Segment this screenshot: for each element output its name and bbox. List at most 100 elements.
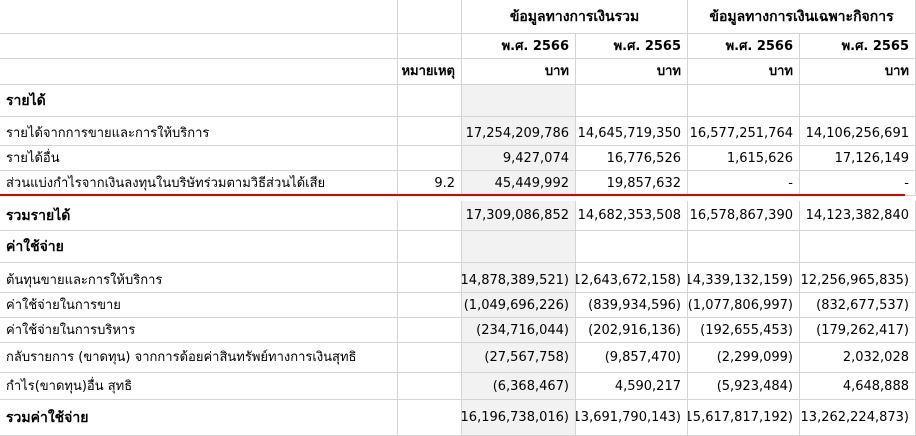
cell-empty[interactable] bbox=[398, 318, 462, 343]
cell-empty[interactable] bbox=[398, 0, 462, 34]
row-label[interactable]: ค่าใช้จ่ายในการขาย bbox=[0, 293, 398, 318]
unit-cell[interactable]: บาท bbox=[576, 59, 688, 85]
value-cell[interactable]: 2,032,028 bbox=[800, 343, 916, 373]
cell-empty[interactable] bbox=[800, 85, 916, 117]
value-cell[interactable]: (1,049,696,226) bbox=[462, 293, 576, 318]
total-value[interactable]: 14,123,382,840 bbox=[800, 201, 916, 231]
value-cell[interactable]: 9,427,074 bbox=[462, 146, 576, 171]
value-cell[interactable]: (179,262,417) bbox=[800, 318, 916, 343]
value-cell[interactable]: (832,677,537) bbox=[800, 293, 916, 318]
cell-empty[interactable] bbox=[576, 85, 688, 117]
cell-empty[interactable] bbox=[462, 231, 576, 263]
cell-empty[interactable] bbox=[0, 59, 398, 85]
total-value[interactable]: (13,262,224,873) bbox=[800, 400, 916, 436]
table-row-highlighted: ส่วนแบ่งกำไรจากเงินลงทุนในบริษัทร่วมตามว… bbox=[0, 171, 916, 196]
cell-empty[interactable] bbox=[398, 293, 462, 318]
value-cell[interactable]: (839,934,596) bbox=[576, 293, 688, 318]
row-label[interactable]: กำไร(ขาดทุน)อื่น สุทธิ bbox=[0, 373, 398, 400]
cell-empty[interactable] bbox=[398, 373, 462, 400]
value-cell[interactable]: 14,645,719,350 bbox=[576, 121, 688, 146]
value-cell[interactable]: (9,857,470) bbox=[576, 343, 688, 373]
value-cell[interactable]: (5,923,484) bbox=[688, 373, 800, 400]
unit-cell[interactable]: บาท bbox=[800, 59, 916, 85]
total-value[interactable]: (15,617,817,192) bbox=[688, 400, 800, 436]
cell-empty[interactable] bbox=[462, 85, 576, 117]
value-cell[interactable]: (2,299,099) bbox=[688, 343, 800, 373]
value-cell[interactable]: 17,126,149 bbox=[800, 146, 916, 171]
header-consolidated[interactable]: ข้อมูลทางการเงินรวม bbox=[462, 0, 688, 34]
value-cell[interactable]: 14,106,256,691 bbox=[800, 121, 916, 146]
table-row: ค่าใช้จ่ายในการขาย (1,049,696,226) (839,… bbox=[0, 293, 916, 318]
row-label[interactable]: ส่วนแบ่งกำไรจากเงินลงทุนในบริษัทร่วมตามว… bbox=[0, 171, 398, 196]
value-cell[interactable]: (14,878,389,521) bbox=[462, 268, 576, 293]
total-row: รวมรายได้ 17,309,086,852 14,682,353,508 … bbox=[0, 201, 916, 231]
value-cell[interactable]: (6,368,467) bbox=[462, 373, 576, 400]
total-value[interactable]: (16,196,738,016) bbox=[462, 400, 576, 436]
total-value[interactable]: 17,309,086,852 bbox=[462, 201, 576, 231]
value-cell[interactable]: 16,776,526 bbox=[576, 146, 688, 171]
cell-empty[interactable] bbox=[398, 400, 462, 436]
total-label[interactable]: รวมค่าใช้จ่าย bbox=[0, 400, 398, 436]
cell-empty[interactable] bbox=[688, 85, 800, 117]
cell-empty[interactable] bbox=[398, 34, 462, 59]
cell-empty[interactable] bbox=[398, 85, 462, 117]
header-years-row: พ.ศ. 2566 พ.ศ. 2565 พ.ศ. 2566 พ.ศ. 2565 bbox=[0, 34, 916, 59]
row-note[interactable] bbox=[398, 121, 462, 146]
value-cell[interactable]: (12,256,965,835) bbox=[800, 268, 916, 293]
row-label[interactable]: กลับรายการ (ขาดทุน) จากการด้อยค่าสินทรัพ… bbox=[0, 343, 398, 373]
table-row: กลับรายการ (ขาดทุน) จากการด้อยค่าสินทรัพ… bbox=[0, 343, 916, 373]
section-row: รายได้ bbox=[0, 85, 916, 117]
year-cell[interactable]: พ.ศ. 2565 bbox=[576, 34, 688, 59]
total-label[interactable]: รวมรายได้ bbox=[0, 201, 398, 231]
year-cell[interactable]: พ.ศ. 2566 bbox=[462, 34, 576, 59]
value-cell[interactable]: 1,615,626 bbox=[688, 146, 800, 171]
header-group-row: ข้อมูลทางการเงินรวม ข้อมูลทางการเงินเฉพา… bbox=[0, 0, 916, 34]
unit-cell[interactable]: บาท bbox=[688, 59, 800, 85]
row-label[interactable]: รายได้จากการขายและการให้บริการ bbox=[0, 121, 398, 146]
cell-empty[interactable] bbox=[800, 231, 916, 263]
value-cell[interactable]: - bbox=[688, 171, 800, 196]
cell-empty[interactable] bbox=[688, 231, 800, 263]
value-cell[interactable]: 4,648,888 bbox=[800, 373, 916, 400]
cell-empty[interactable] bbox=[0, 34, 398, 59]
row-note[interactable] bbox=[398, 146, 462, 171]
section-title-expenses[interactable]: ค่าใช้จ่าย bbox=[0, 231, 398, 263]
note-header[interactable]: หมายเหตุ bbox=[398, 59, 462, 85]
cell-empty[interactable] bbox=[398, 343, 462, 373]
cell-empty[interactable] bbox=[576, 231, 688, 263]
header-units-row: หมายเหตุ บาท บาท บาท บาท bbox=[0, 59, 916, 85]
row-label[interactable]: รายได้อื่น bbox=[0, 146, 398, 171]
section-title-revenue[interactable]: รายได้ bbox=[0, 85, 398, 117]
year-cell[interactable]: พ.ศ. 2565 bbox=[800, 34, 916, 59]
section-row: ค่าใช้จ่าย bbox=[0, 231, 916, 263]
value-cell[interactable]: (192,655,453) bbox=[688, 318, 800, 343]
value-cell[interactable]: (14,339,132,159) bbox=[688, 268, 800, 293]
value-cell[interactable]: 17,254,209,786 bbox=[462, 121, 576, 146]
total-value[interactable]: 16,578,867,390 bbox=[688, 201, 800, 231]
value-cell[interactable]: (234,716,044) bbox=[462, 318, 576, 343]
cell-empty[interactable] bbox=[398, 231, 462, 263]
unit-cell[interactable]: บาท bbox=[462, 59, 576, 85]
value-cell[interactable]: (27,567,758) bbox=[462, 343, 576, 373]
value-cell[interactable]: (1,077,806,997) bbox=[688, 293, 800, 318]
total-value[interactable]: (13,691,790,143) bbox=[576, 400, 688, 436]
cell-empty[interactable] bbox=[398, 268, 462, 293]
cell-empty[interactable] bbox=[398, 201, 462, 231]
value-cell[interactable]: 45,449,992 bbox=[462, 171, 576, 196]
value-cell[interactable]: 4,590,217 bbox=[576, 373, 688, 400]
value-cell[interactable]: 19,857,632 bbox=[576, 171, 688, 196]
year-cell[interactable]: พ.ศ. 2566 bbox=[688, 34, 800, 59]
financial-statement-table: ข้อมูลทางการเงินรวม ข้อมูลทางการเงินเฉพา… bbox=[0, 0, 916, 436]
table-row: รายได้อื่น 9,427,074 16,776,526 1,615,62… bbox=[0, 146, 916, 171]
total-value[interactable]: 14,682,353,508 bbox=[576, 201, 688, 231]
row-label[interactable]: ค่าใช้จ่ายในการบริหาร bbox=[0, 318, 398, 343]
value-cell[interactable]: (202,916,136) bbox=[576, 318, 688, 343]
cell-empty[interactable] bbox=[0, 0, 398, 34]
header-separate[interactable]: ข้อมูลทางการเงินเฉพาะกิจการ bbox=[688, 0, 916, 34]
row-label[interactable]: ต้นทุนขายและการให้บริการ bbox=[0, 268, 398, 293]
value-cell[interactable]: 16,577,251,764 bbox=[688, 121, 800, 146]
total-row: รวมค่าใช้จ่าย (16,196,738,016) (13,691,7… bbox=[0, 400, 916, 436]
value-cell[interactable]: (12,643,672,158) bbox=[576, 268, 688, 293]
value-cell[interactable]: - bbox=[800, 171, 916, 196]
row-note[interactable]: 9.2 bbox=[398, 171, 462, 196]
